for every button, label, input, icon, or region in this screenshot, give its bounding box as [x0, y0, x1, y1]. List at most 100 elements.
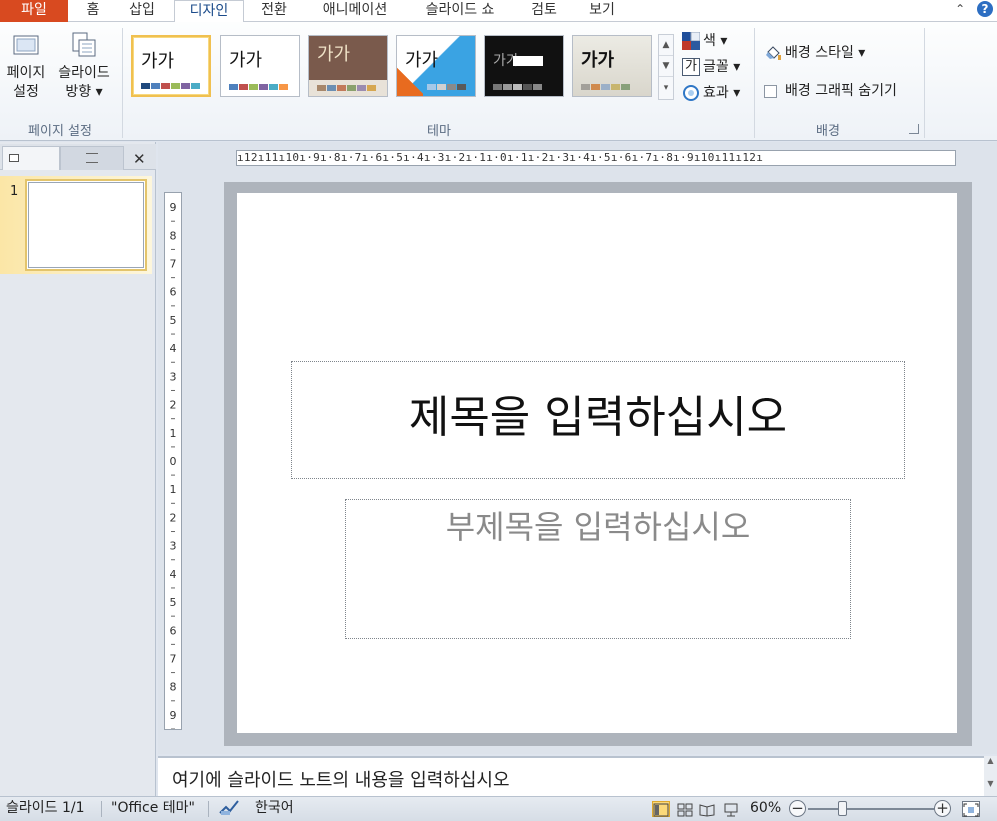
page-setup-icon	[11, 30, 41, 60]
theme-5[interactable]: 가가	[484, 35, 564, 97]
zoom-slider-thumb[interactable]	[838, 801, 847, 816]
theme-2[interactable]: 가가	[220, 35, 300, 97]
ruler-tick-label: 9	[170, 709, 177, 722]
theme-fonts-label: 글꼴 ▾	[703, 59, 741, 75]
tab-slideshow[interactable]: 슬라이드 쇼	[414, 0, 506, 22]
ruler-tick-label: 6	[170, 286, 177, 299]
fit-to-window-icon[interactable]	[962, 801, 980, 817]
theme-office[interactable]: 가가	[131, 35, 211, 97]
slide-thumbnail[interactable]	[25, 179, 147, 271]
theme-6[interactable]: 가가	[572, 35, 652, 97]
ruler-tick-label: 7	[170, 652, 177, 665]
theme-name[interactable]: "Office 테마"	[111, 797, 195, 819]
theme-effects-button[interactable]: 효과 ▾	[682, 82, 740, 102]
normal-view-icon[interactable]	[652, 801, 670, 817]
minimize-ribbon-icon[interactable]: ⌃	[955, 2, 965, 16]
tab-insert[interactable]: 삽입	[122, 0, 162, 22]
theme-sample-text: 가가	[141, 51, 175, 72]
theme-effects-label: 효과 ▾	[703, 85, 741, 101]
tab-view[interactable]: 보기	[582, 0, 622, 22]
group-divider	[754, 28, 755, 138]
tab-outline[interactable]	[60, 146, 124, 170]
theme-fonts-button[interactable]: 가 글꼴 ▾	[682, 56, 740, 76]
slides-tab-icon	[9, 154, 19, 162]
theme-colors-button[interactable]: 색 ▾	[682, 30, 727, 50]
scroll-up-icon[interactable]: ▲	[659, 35, 673, 56]
tab-design[interactable]: 디자인	[174, 0, 244, 23]
theme-color-bars	[581, 84, 630, 90]
ruler-tick-label: 3	[170, 370, 177, 383]
hide-background-graphics-checkbox[interactable]	[764, 84, 777, 98]
ruler-tick-label: 6	[170, 624, 177, 637]
background-styles-button[interactable]: 배경 스타일 ▾	[764, 42, 865, 62]
status-divider	[101, 801, 102, 817]
tab-slides[interactable]	[2, 146, 60, 170]
theme-sample-text: 가가	[317, 44, 351, 65]
notes-scrollbar[interactable]: ▲ ▼	[984, 756, 997, 796]
tab-transitions[interactable]: 전환	[254, 0, 294, 22]
theme-sample-text: 가가	[405, 50, 439, 71]
page-setup-button[interactable]: 페이지 설정	[2, 30, 50, 102]
theme-fonts-icon: 가	[682, 58, 700, 76]
slides-panel: ✕ 1	[0, 142, 156, 796]
theme-3[interactable]: 가가	[308, 35, 388, 97]
ruler-tick-label: 1	[170, 427, 177, 440]
slide-orientation-icon	[69, 30, 99, 60]
slide-thumbnail-row[interactable]: 1	[0, 176, 152, 274]
outline-tab-icon	[86, 153, 98, 163]
status-bar: 슬라이드 1/1 "Office 테마" 한국어 60% − +	[0, 796, 997, 821]
zoom-slider-track[interactable]	[808, 808, 934, 810]
ribbon-controls: ⌃ ?	[955, 1, 993, 17]
title-placeholder[interactable]: 제목을 입력하십시오	[291, 361, 905, 479]
ruler-tick-label: 1	[170, 483, 177, 496]
theme-highlight	[513, 56, 543, 66]
background-dialog-launcher-icon[interactable]	[909, 124, 919, 134]
slide-sorter-view-icon[interactable]	[676, 801, 694, 817]
themes-group-label: 테마	[427, 124, 451, 139]
slide-orientation-button[interactable]: 슬라이드 방향 ▾	[52, 30, 116, 102]
group-divider	[122, 28, 123, 138]
ruler-tick-label: 8	[170, 229, 177, 242]
theme-color-bars	[427, 84, 466, 90]
scroll-down-icon[interactable]: ▼	[984, 779, 997, 788]
page-setup-group-label: 페이지 설정	[28, 124, 92, 139]
slideshow-view-icon[interactable]	[722, 801, 740, 817]
slide-canvas[interactable]: 제목을 입력하십시오 부제목을 입력하십시오	[237, 193, 957, 733]
zoom-level[interactable]: 60%	[750, 797, 781, 819]
hide-background-graphics[interactable]: 배경 그래픽 숨기기	[764, 80, 897, 100]
gallery-more-icon[interactable]: ▾	[659, 77, 673, 99]
tab-home[interactable]: 홈	[78, 0, 108, 22]
ruler-tick-label: 4	[170, 568, 177, 581]
ruler-tick-label: 4	[170, 342, 177, 355]
zoom-out-icon[interactable]: −	[789, 800, 806, 817]
theme-colors-icon	[682, 31, 701, 50]
tab-review[interactable]: 검토	[524, 0, 564, 22]
ribbon-design: 페이지 설정 슬라이드 방향 ▾ 페이지 설정 가가 가가 가가 가가 가가 가…	[0, 22, 997, 141]
theme-color-bars	[493, 84, 542, 90]
tab-file[interactable]: 파일	[0, 0, 68, 22]
orientation-label-1: 슬라이드	[58, 65, 110, 81]
scroll-up-icon[interactable]: ▲	[984, 756, 997, 765]
zoom-in-icon[interactable]: +	[934, 800, 951, 817]
spell-check-icon[interactable]	[218, 799, 240, 821]
vertical-ruler-ticks: 9 8 7 6 5 4 3 2 1 0 1 2 3 4 5 6 7 8 9	[170, 201, 177, 729]
notes-pane[interactable]: 여기에 슬라이드 노트의 내용을 입력하십시오	[158, 756, 986, 796]
reading-view-icon[interactable]	[698, 801, 716, 817]
ruler-tick-label: 2	[170, 399, 177, 412]
scroll-down-icon[interactable]: ▼	[659, 56, 673, 77]
tab-animations[interactable]: 애니메이션	[312, 0, 398, 22]
theme-gallery-scroll[interactable]: ▲ ▼ ▾	[658, 34, 674, 100]
help-icon[interactable]: ?	[977, 1, 993, 17]
ruler-tick-label: 2	[170, 511, 177, 524]
status-divider	[208, 801, 209, 817]
ribbon-tab-bar: 파일 홈 삽입 디자인 전환 애니메이션 슬라이드 쇼 검토 보기 ⌃ ?	[0, 0, 997, 23]
subtitle-placeholder[interactable]: 부제목을 입력하십시오	[345, 499, 851, 639]
close-icon[interactable]: ✕	[133, 150, 146, 168]
language-indicator[interactable]: 한국어	[255, 797, 294, 819]
ruler-tick-label: 0	[170, 455, 177, 468]
slide-number: 1	[10, 184, 19, 199]
ruler-tick-label: 3	[170, 540, 177, 553]
page-setup-label-2: 설정	[13, 84, 39, 100]
page-setup-label-1: 페이지	[6, 65, 46, 81]
theme-4[interactable]: 가가	[396, 35, 476, 97]
